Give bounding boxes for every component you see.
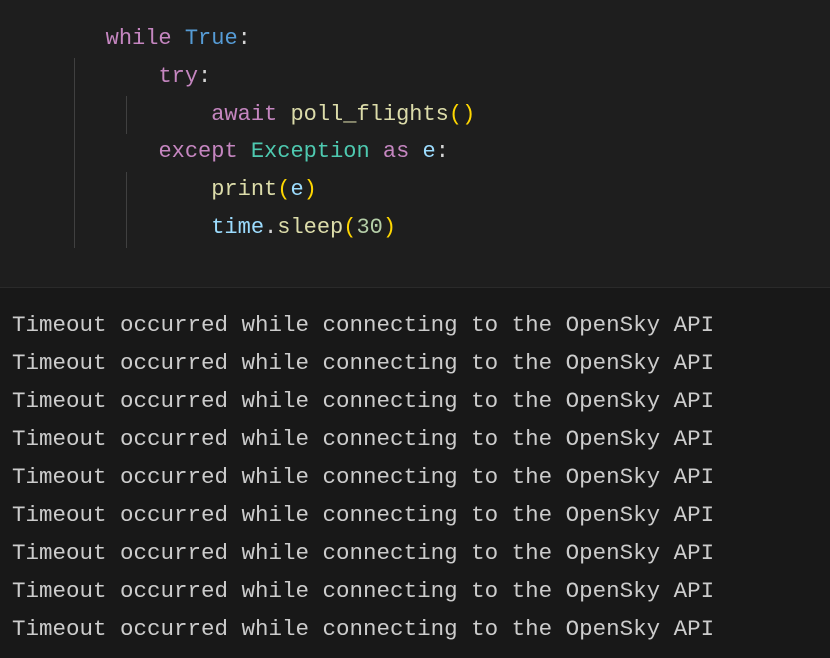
code-line[interactable]: try: bbox=[0, 58, 830, 96]
code-line[interactable]: print(e) bbox=[0, 171, 830, 209]
number-literal: 30 bbox=[356, 215, 382, 240]
variable-e: e bbox=[290, 177, 303, 202]
terminal-output[interactable]: Timeout occurred while connecting to the… bbox=[0, 287, 830, 658]
paren: ( bbox=[449, 102, 462, 127]
paren: ) bbox=[304, 177, 317, 202]
keyword-except: except bbox=[158, 139, 237, 164]
module-time: time bbox=[211, 215, 264, 240]
code-line[interactable]: time.sleep(30) bbox=[0, 209, 830, 247]
code-line[interactable]: while True: bbox=[0, 20, 830, 58]
variable-e: e bbox=[423, 139, 436, 164]
dot: . bbox=[264, 215, 277, 240]
keyword-while: while bbox=[106, 26, 172, 51]
paren: ) bbox=[462, 102, 475, 127]
paren: ) bbox=[383, 215, 396, 240]
colon: : bbox=[238, 26, 251, 51]
code-line[interactable]: except Exception as e: bbox=[0, 133, 830, 171]
keyword-as: as bbox=[383, 139, 409, 164]
colon: : bbox=[436, 139, 449, 164]
class-exception: Exception bbox=[251, 139, 370, 164]
colon: : bbox=[198, 64, 211, 89]
constant-true: True bbox=[185, 26, 238, 51]
code-editor[interactable]: while True: try: await poll_flights() ex… bbox=[0, 0, 830, 287]
keyword-await: await bbox=[211, 102, 277, 127]
keyword-try: try bbox=[158, 64, 198, 89]
code-line[interactable]: await poll_flights() bbox=[0, 96, 830, 134]
paren: ( bbox=[343, 215, 356, 240]
function-print: print bbox=[211, 177, 277, 202]
paren: ( bbox=[277, 177, 290, 202]
function-name: poll_flights bbox=[290, 102, 448, 127]
function-sleep: sleep bbox=[277, 215, 343, 240]
